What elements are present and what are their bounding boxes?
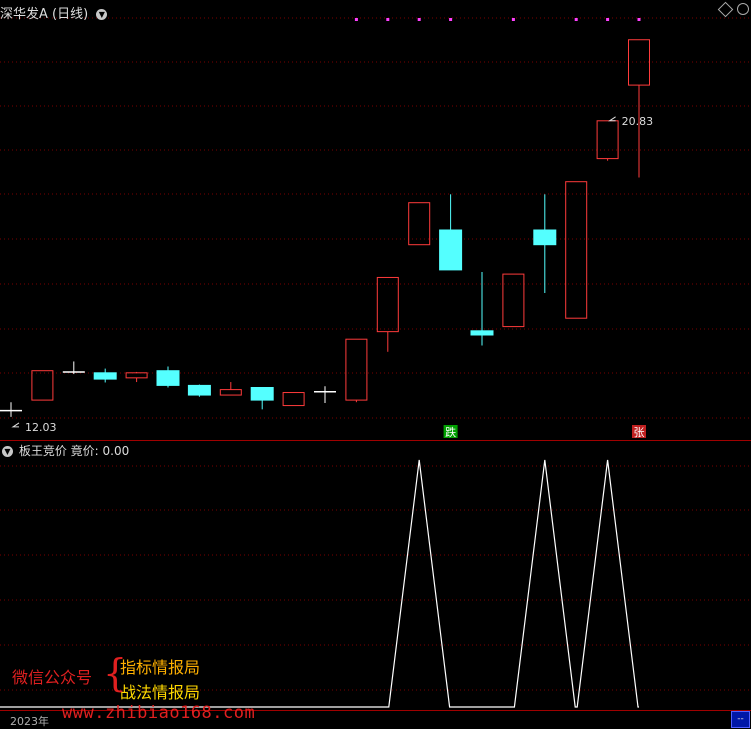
price-label: 12.03 xyxy=(25,421,57,434)
candle xyxy=(345,338,368,403)
candle-body xyxy=(219,389,242,396)
chart-canvas[interactable]: 12.0320.83 跌张 xyxy=(0,0,751,729)
candle xyxy=(282,392,305,407)
candle xyxy=(533,194,557,293)
candle-body xyxy=(376,276,399,333)
signal-dot xyxy=(511,18,515,21)
stock-title: 深华发A (日线) xyxy=(0,7,89,22)
candle-body xyxy=(439,229,463,271)
watermark-url: www.zhibiao168.com xyxy=(62,703,256,723)
candle xyxy=(31,370,54,401)
candle-body xyxy=(533,229,557,246)
candle xyxy=(156,366,180,388)
year-axis-label: 2023年 xyxy=(10,715,49,728)
candle-body xyxy=(31,370,54,401)
indicator-value: 竟价: 0.00 xyxy=(70,444,130,458)
signal-dot xyxy=(574,18,578,21)
candle-body xyxy=(565,181,588,319)
marker-text: 张 xyxy=(634,426,645,439)
candle-body xyxy=(408,202,431,246)
candle xyxy=(628,39,650,178)
indicator-line xyxy=(0,459,639,708)
signal-dot xyxy=(606,18,610,21)
signal-dot xyxy=(354,18,358,21)
candle-body xyxy=(628,39,650,86)
candle xyxy=(0,402,22,417)
candle-body xyxy=(502,273,525,328)
signal-markers: 跌张 xyxy=(443,425,646,439)
candle-body xyxy=(282,392,305,407)
candle xyxy=(93,368,117,383)
candle xyxy=(219,382,242,396)
chevron-down-icon[interactable]: ▼ xyxy=(2,446,13,457)
candle xyxy=(250,387,274,410)
candle xyxy=(502,273,525,328)
chart-title[interactable]: 深华发A (日线) ▼ xyxy=(0,3,108,22)
candle xyxy=(62,361,85,375)
candle-body xyxy=(250,387,274,401)
watermark-wechat-label: 微信公众号 xyxy=(12,668,93,687)
watermark-line-1: 指标情报局 xyxy=(120,658,201,677)
candle-body xyxy=(596,120,619,160)
candlestick-series[interactable] xyxy=(0,39,650,417)
scroll-button[interactable]: -- xyxy=(731,711,750,728)
settings-icon[interactable] xyxy=(737,3,749,15)
price-annotations: 12.03 20.83 xyxy=(11,115,654,434)
signal-dots xyxy=(354,18,641,21)
candle xyxy=(470,272,494,346)
indicator-title[interactable]: ▼ 板王竞价 竟价: 0.00 xyxy=(0,442,129,459)
candle-body xyxy=(156,370,180,386)
indicator-name: 板王竞价 xyxy=(18,444,67,458)
annotation-arrow xyxy=(11,422,20,428)
signal-dot xyxy=(637,18,641,21)
candle-body xyxy=(470,330,494,336)
signal-dot xyxy=(417,18,421,21)
signal-marker: 跌 xyxy=(443,425,458,439)
candle xyxy=(439,194,463,271)
signal-marker: 张 xyxy=(632,425,646,439)
candle xyxy=(376,276,399,352)
candle xyxy=(187,384,211,397)
candle-body xyxy=(345,338,368,401)
candle-body xyxy=(187,384,211,396)
chevron-down-icon[interactable]: ▼ xyxy=(96,9,108,20)
candle xyxy=(596,120,619,161)
signal-dot xyxy=(449,18,453,21)
candle xyxy=(565,181,588,319)
indicator-series[interactable] xyxy=(0,459,639,708)
signal-dot xyxy=(386,18,390,21)
candle xyxy=(314,386,336,404)
watermark-line-2: 战法情报局 xyxy=(120,683,201,702)
marker-text: 跌 xyxy=(445,425,456,439)
candle-body xyxy=(125,372,148,379)
candle xyxy=(408,202,431,246)
annotation-arrow xyxy=(607,116,616,122)
price-label: 20.83 xyxy=(622,115,654,128)
candle-body xyxy=(93,372,117,380)
